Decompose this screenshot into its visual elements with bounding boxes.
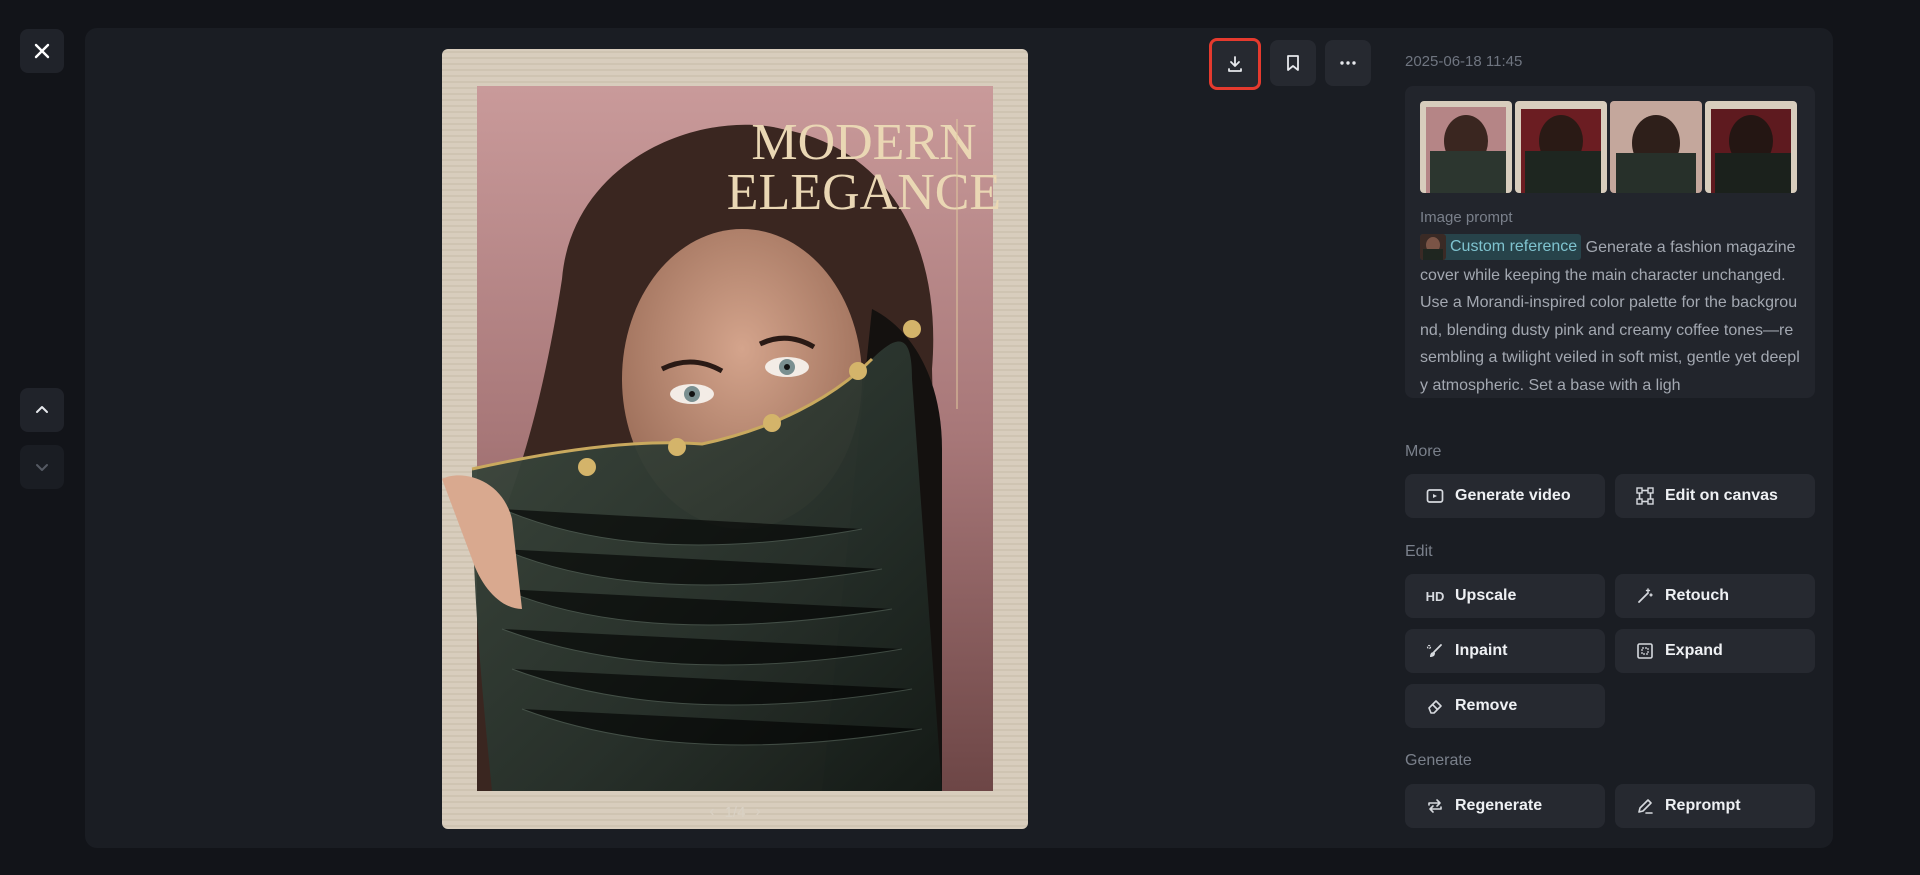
pager-count: 1/4 [724, 803, 746, 821]
inpaint-label: Inpaint [1455, 642, 1508, 659]
thumbnail-2[interactable] [1515, 101, 1607, 193]
canvas-icon [1635, 486, 1655, 506]
thumbnail-4[interactable] [1705, 101, 1797, 193]
video-plus-icon [1425, 486, 1445, 506]
custom-reference-label: Custom reference [1450, 238, 1578, 256]
retouch-label: Retouch [1665, 587, 1729, 604]
reference-thumbnail [1420, 234, 1446, 260]
chevron-down-icon [36, 464, 48, 471]
close-icon [34, 43, 50, 59]
repeat-icon [1425, 796, 1445, 816]
download-button[interactable] [1209, 38, 1261, 90]
hd-icon: HD [1425, 588, 1445, 604]
created-timestamp: 2025-06-18 11:45 [1405, 53, 1523, 70]
remove-button[interactable]: Remove [1405, 684, 1605, 728]
upscale-button[interactable]: HD Upscale [1405, 574, 1605, 618]
cover-title-line2: ELEGANCE [727, 164, 1001, 221]
image-pager: ‹ 1/4 › [442, 803, 1028, 821]
reprompt-button[interactable]: Reprompt [1615, 784, 1815, 828]
section-more: More [1405, 443, 1442, 460]
prompt-text: Custom reference Generate a fashion maga… [1420, 234, 1800, 398]
custom-reference-chip[interactable]: Custom reference [1420, 234, 1582, 260]
magic-wand-icon [1635, 586, 1655, 606]
inpaint-button[interactable]: Inpaint [1405, 629, 1605, 673]
next-item-button[interactable] [20, 445, 64, 489]
expand-button[interactable]: Expand [1615, 629, 1815, 673]
previous-item-button[interactable] [20, 388, 64, 432]
regenerate-button[interactable]: Regenerate [1405, 784, 1605, 828]
bookmark-button[interactable] [1270, 40, 1316, 86]
thumbnail-3[interactable] [1610, 101, 1702, 193]
close-button[interactable] [20, 29, 64, 73]
magazine-cover-image: MODERN ELEGANCE [442, 49, 1028, 829]
reprompt-label: Reprompt [1665, 797, 1741, 814]
edit-on-canvas-label: Edit on canvas [1665, 487, 1778, 504]
regenerate-label: Regenerate [1455, 797, 1543, 814]
thumbnail-strip [1420, 101, 1800, 193]
retouch-button[interactable]: Retouch [1615, 574, 1815, 618]
remove-label: Remove [1455, 697, 1518, 714]
generated-image[interactable]: MODERN ELEGANCE ‹ 1/4 › [442, 49, 1028, 829]
chevron-up-icon [36, 406, 48, 413]
download-icon [1228, 56, 1242, 72]
prompt-card: Image prompt Custom reference Generate a… [1405, 86, 1815, 398]
section-generate: Generate [1405, 752, 1472, 769]
thumbnail-1[interactable] [1420, 101, 1512, 193]
expand-label: Expand [1665, 642, 1723, 659]
edit-on-canvas-button[interactable]: Edit on canvas [1615, 474, 1815, 518]
section-edit: Edit [1405, 543, 1433, 560]
generate-video-label: Generate video [1455, 487, 1571, 504]
prompt-body: Generate a fashion magazine cover while … [1420, 239, 1800, 394]
cover-title-line1: MODERN [751, 114, 976, 171]
brush-icon [1425, 641, 1445, 661]
pencil-icon [1635, 796, 1655, 816]
prompt-label: Image prompt [1420, 209, 1513, 226]
eraser-icon [1425, 696, 1445, 716]
more-options-button[interactable] [1325, 40, 1371, 86]
expand-icon [1635, 641, 1655, 661]
bookmark-icon [1287, 55, 1299, 71]
upscale-label: Upscale [1455, 587, 1517, 604]
generate-video-button[interactable]: Generate video [1405, 474, 1605, 518]
more-horizontal-icon [1340, 61, 1356, 65]
pager-next-icon[interactable]: › [755, 803, 760, 821]
pager-prev-icon[interactable]: ‹ [709, 803, 714, 821]
